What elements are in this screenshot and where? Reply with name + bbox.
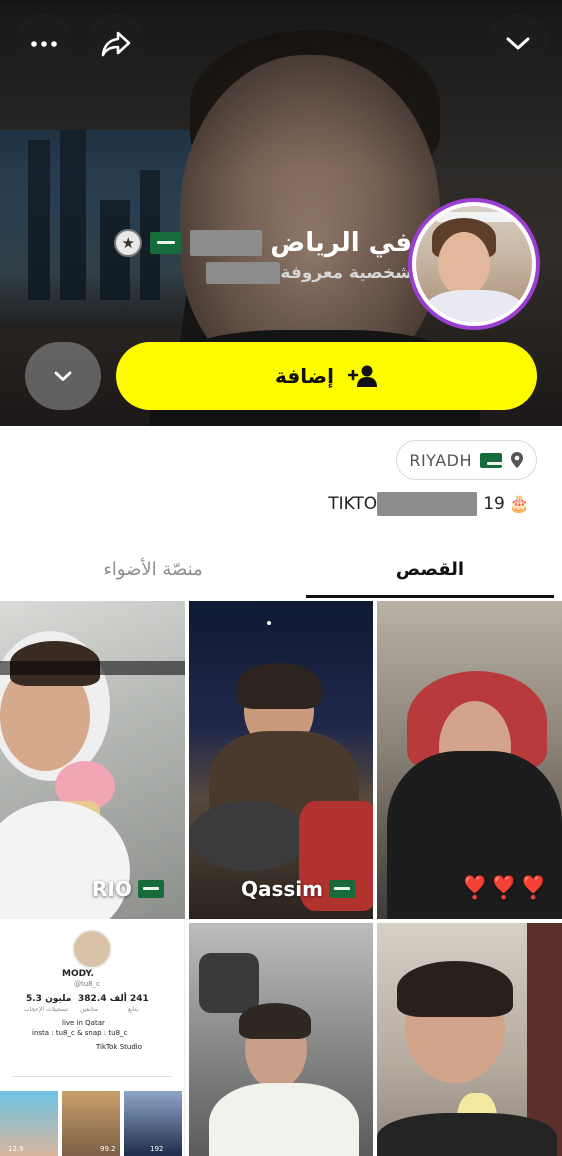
story-tile[interactable]: RIO [0,601,185,919]
saudi-flag-icon [137,880,164,898]
story-label: Qassim [241,877,324,901]
redacted-bio [377,492,478,516]
tiktok-stat-value: 382.4 ألف [78,994,127,1004]
add-friend-button[interactable]: إضافة [116,342,537,410]
tiktok-handle: @tu8_c [74,980,100,988]
close-button[interactable] [488,14,548,74]
location-chip[interactable]: RIYADH [396,440,537,480]
tiktok-stat-label: متابعين [80,1006,98,1013]
profile-hero: في الرياض ★ شخصية معروفة إضافة [0,0,562,426]
story-tile[interactable]: Qassim [189,601,373,919]
tab-spotlight[interactable]: منصّة الأضواء [0,540,306,598]
tiktok-stat-label: يتابع [128,1006,139,1013]
tiktok-bio-line: live in Qatar [62,1019,105,1027]
tiktok-stat-value: 241 [130,994,149,1004]
saudi-flag-icon [329,880,356,898]
share-arrow-icon [101,31,131,57]
tiktok-views: 192 [150,1145,164,1153]
add-button-label: إضافة [275,364,334,388]
chevron-down-icon [506,37,530,50]
saudi-flag-icon [480,452,505,468]
story-tile[interactable] [377,923,562,1156]
more-button[interactable] [14,14,74,74]
add-friend-icon [347,365,377,387]
story-tile[interactable]: MODY. @tu8_c 241 382.4 ألف 5.3 مليون يتا… [0,923,185,1156]
redacted-name [190,230,263,256]
bio-line: TIKTO 19 🎂 [328,492,530,516]
bio-suffix: 19 [483,494,505,514]
story-tile[interactable] [189,923,373,1156]
tab-stories[interactable]: القصص [306,540,554,598]
tiktok-stat-label: تسجيلات الإعجاب [24,1006,68,1013]
bio-prefix: TIKTO [328,494,378,514]
tiktok-views: 99.2 [100,1145,116,1153]
location-text: RIYADH [409,450,472,470]
profile-tabs: منصّة الأضواء القصص [0,540,562,600]
tiktok-studio: TikTok Studio [96,1043,143,1051]
story-label: ❣️❣️❣️ [461,876,550,901]
story-label: RIO [92,877,132,901]
chevron-down-icon [54,371,72,381]
active-tab-indicator [306,595,554,598]
share-button[interactable] [86,14,146,74]
star-icon: ★ [114,229,143,257]
profile-subtitle: شخصية معروفة [280,263,412,283]
location-pin-icon [511,452,523,468]
display-name-suffix: في الرياض [270,228,412,258]
tiktok-username: MODY. [62,969,94,979]
profile-avatar[interactable] [408,198,540,330]
story-tile[interactable]: ❣️❣️❣️ [377,601,562,919]
profile-name-block: في الرياض ★ شخصية معروفة [114,228,412,284]
more-horizontal-icon [31,41,57,47]
birthday-cake-icon: 🎂 [508,494,530,514]
stories-grid: RIO Qassim ❣️❣️❣️ MODY. @tu8_c 241 382.4… [0,601,562,1156]
collapse-button[interactable] [25,342,101,410]
tiktok-stat-value: 5.3 مليون [26,994,72,1004]
redacted-subtitle [206,262,281,284]
tiktok-views: 12.9 [8,1145,24,1153]
tiktok-bio-line: insta : tu8_c & snap : tu8_c [32,1029,128,1037]
saudi-flag-icon [150,232,183,254]
